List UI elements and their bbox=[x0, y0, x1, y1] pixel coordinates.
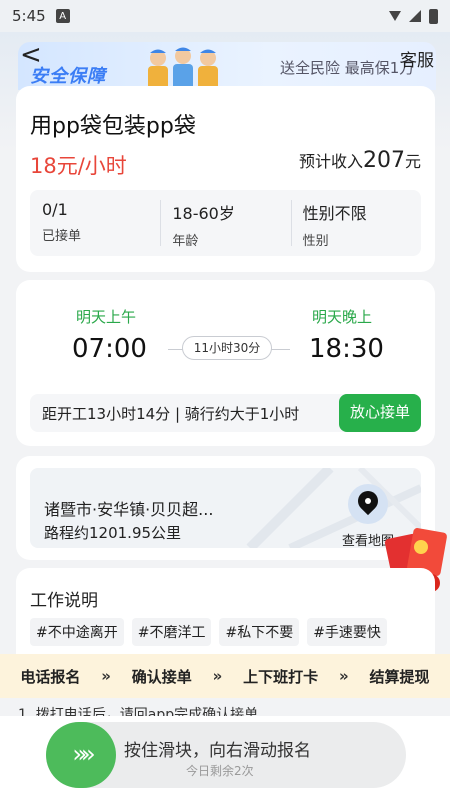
signup-steps-bar: 电话报名 » 确认接单 » 上下班打卡 » 结算提现 bbox=[0, 654, 450, 698]
work-tag: #手速要快 bbox=[307, 618, 387, 646]
accept-job-button[interactable]: 放心接单 bbox=[339, 394, 421, 432]
hourly-price: 18元/小时 bbox=[30, 154, 127, 178]
end-time: 18:30 bbox=[309, 334, 384, 364]
chevron-right-icon: » bbox=[339, 667, 349, 685]
age-label: 年龄 bbox=[172, 234, 199, 249]
gender-label: 性别 bbox=[302, 234, 329, 249]
accepted-count-value: 0/1 bbox=[42, 200, 68, 219]
schedule-card: 明天上午 明天晚上 07:00 18:30 11小时30分 距开工13小时14分… bbox=[16, 280, 435, 446]
slider-knob-icon[interactable]: »» bbox=[46, 722, 116, 788]
chevron-right-icon: » bbox=[212, 667, 223, 685]
map-preview[interactable]: 诸暨市·安华镇·贝贝超... 路程约1201.95公里 查看地图 bbox=[30, 468, 421, 548]
estimated-income: 预计收入207元 bbox=[299, 148, 421, 173]
location-card: 诸暨市·安华镇·贝贝超... 路程约1201.95公里 查看地图 bbox=[16, 456, 435, 560]
gender-cell: 性别不限 性别 bbox=[290, 190, 421, 256]
step-settle-withdraw: 结算提现 bbox=[369, 667, 430, 686]
start-time: 07:00 bbox=[72, 334, 147, 364]
accepted-count-cell: 0/1 已接单 bbox=[30, 190, 160, 256]
location-pin-icon[interactable] bbox=[348, 484, 388, 524]
work-tag: #不磨洋工 bbox=[131, 618, 212, 646]
back-button[interactable]: < bbox=[20, 42, 44, 68]
start-label: 明天上午 bbox=[76, 308, 137, 326]
signal-icon bbox=[409, 10, 421, 22]
workers-illustration-icon bbox=[148, 47, 218, 90]
schedule-info-bar: 距开工13小时14分 | 骑行约大于1小时 放心接单 bbox=[30, 394, 421, 432]
insurance-banner[interactable]: 安全保障 送全民险 最高保1万 bbox=[18, 42, 436, 90]
work-tag: #不中途离开 bbox=[30, 618, 124, 646]
status-bar: 5:45 A bbox=[0, 0, 450, 32]
battery-icon bbox=[429, 8, 438, 24]
accepted-count-label: 已接单 bbox=[42, 229, 82, 244]
income-unit: 元 bbox=[404, 152, 421, 171]
work-description-text: 1. 拨打电话后，请回app完成确认接单 bbox=[18, 707, 259, 716]
coin-icon bbox=[414, 540, 428, 554]
status-time: 5:45 bbox=[12, 7, 46, 25]
remaining-attempts: 今日剩余2次 bbox=[186, 764, 254, 778]
gender-value: 性别不限 bbox=[302, 204, 367, 223]
work-tag: #私下不要 bbox=[219, 618, 300, 646]
customer-service-button[interactable]: 客服 bbox=[400, 46, 434, 71]
double-chevron-right-icon: » bbox=[72, 740, 86, 768]
job-title: 用pp袋包装pp袋 bbox=[30, 114, 196, 139]
job-info-row: 0/1 已接单 18-60岁 年龄 性别不限 性别 bbox=[30, 190, 421, 256]
address-text: 诸暨市·安华镇·贝贝超... bbox=[44, 500, 214, 519]
work-tags: #不中途离开 #不磨洋工 #私下不要 #手速要快 bbox=[30, 618, 387, 646]
step-phone-signup: 电话报名 bbox=[20, 667, 81, 686]
schedule-info-text: 距开工13小时14分 | 骑行约大于1小时 bbox=[42, 405, 300, 423]
swipe-to-signup-slider[interactable]: »» 按住滑块，向右滑动报名 今日剩余2次 bbox=[46, 722, 406, 788]
income-label: 预计收入 bbox=[298, 152, 363, 171]
end-label: 明天晚上 bbox=[312, 308, 373, 326]
double-chevron-right-icon: » bbox=[81, 740, 95, 768]
step-confirm-order: 确认接单 bbox=[131, 667, 192, 686]
slider-instruction: 按住滑块，向右滑动报名 bbox=[124, 741, 311, 761]
notification-badge-icon: A bbox=[55, 9, 70, 23]
step-clock-in: 上下班打卡 bbox=[243, 667, 319, 686]
chevron-right-icon: » bbox=[101, 667, 111, 685]
insurance-promo-text: 送全民险 最高保1万 bbox=[280, 59, 415, 77]
distance-text: 路程约1201.95公里 bbox=[44, 524, 182, 542]
age-value: 18-60岁 bbox=[172, 204, 235, 223]
duration-badge: 11小时30分 bbox=[182, 336, 272, 360]
age-cell: 18-60岁 年龄 bbox=[160, 190, 290, 256]
work-description-title: 工作说明 bbox=[30, 591, 98, 611]
job-summary-card: 用pp袋包装pp袋 18元/小时 预计收入207元 0/1 已接单 18-60岁… bbox=[16, 86, 435, 272]
income-amount: 207 bbox=[362, 148, 405, 173]
wifi-icon bbox=[389, 11, 401, 21]
